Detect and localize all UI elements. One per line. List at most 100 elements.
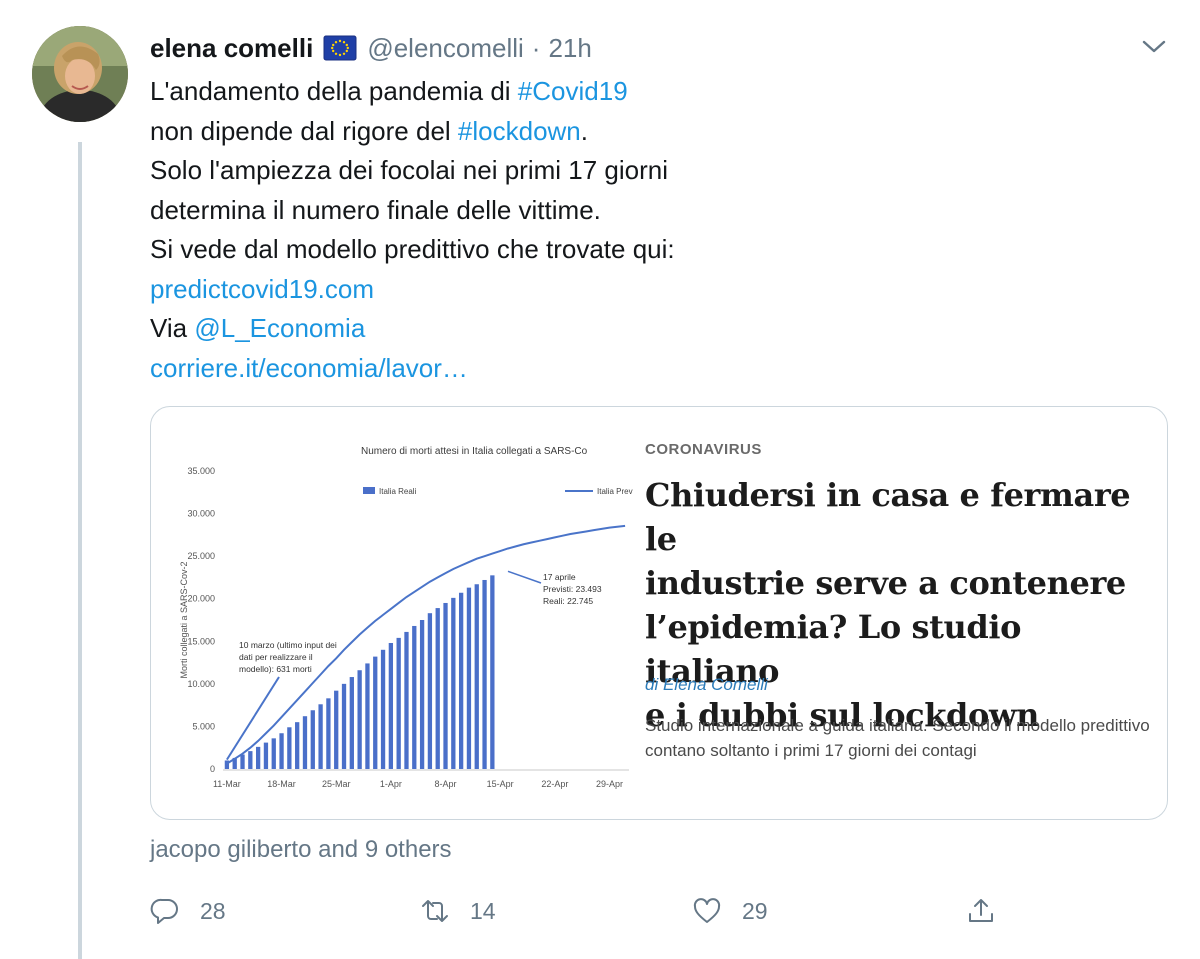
tweet-text-segment: L'andamento della pandemia di [150, 76, 518, 106]
annotation-arrow-right [507, 570, 542, 584]
bar-italia-reali [373, 656, 378, 769]
y-tick-label: 35.000 [187, 466, 215, 476]
reply-icon [150, 898, 178, 924]
covid-deaths-chart: Numero di morti attesi in Italia collega… [179, 446, 633, 789]
share-button[interactable] [966, 888, 996, 934]
bar-italia-reali [255, 746, 261, 769]
legend-swatch-reali [363, 487, 375, 494]
bar-italia-reali [310, 710, 315, 769]
bar-italia-reali [412, 625, 417, 769]
bar-italia-reali [380, 649, 386, 769]
annotation-10-marzo: dati per realizzare il [239, 652, 313, 662]
share-icon [969, 899, 993, 922]
card-summary: Studio internazionale a guida italiana. … [645, 716, 1150, 760]
bar-italia-reali [295, 722, 300, 769]
like-button[interactable]: 29 [692, 888, 768, 934]
link-predictcovid19[interactable]: predictcovid19.com [150, 270, 1150, 310]
bar-italia-reali [458, 592, 464, 769]
tweet-line: Solo l'ampiezza dei focolai nei primi 17… [150, 155, 669, 185]
bar-italia-reali [263, 742, 269, 769]
x-tick-label: 8-Apr [435, 779, 457, 789]
tweet-line: determina il numero finale delle vittime… [150, 194, 601, 225]
tweet-text: L'andamento della pandemia di #Covid19 n… [150, 72, 1150, 388]
tweet-line: Via @L_Economia [150, 309, 1150, 349]
tweet-header: elena comelli @elencomelli · 21h [150, 28, 592, 68]
x-tick-label: 22-Apr [541, 779, 568, 789]
bar-italia-reali [443, 602, 448, 769]
link-corriere[interactable]: corriere.it/economia/lavor… [150, 349, 1150, 389]
annotation-17-aprile: 17 aprile [543, 572, 576, 582]
display-name[interactable]: elena comelli [150, 33, 313, 64]
mention-l-economia[interactable]: @L_Economia [194, 313, 365, 343]
reply-button[interactable]: 28 [150, 888, 226, 934]
liked-by-text[interactable]: jacopo giliberto and 9 others [150, 836, 452, 864]
retweet-icon [422, 900, 448, 922]
legend-label-previsti: Italia Previ [597, 487, 633, 496]
hashtag-covid19[interactable]: #Covid19 [518, 76, 628, 106]
reply-count: 28 [200, 897, 226, 924]
retweet-button[interactable]: 14 [420, 888, 496, 934]
bar-italia-reali [334, 690, 339, 769]
y-tick-label: 0 [210, 764, 215, 774]
annotation-10-marzo: 10 marzo (ultimo input dei [239, 640, 337, 650]
bar-italia-reali [365, 663, 370, 769]
bar-italia-reali [482, 579, 487, 769]
bar-italia-reali [326, 698, 331, 769]
bar-italia-reali [419, 620, 425, 769]
x-tick-label: 25-Mar [322, 779, 351, 789]
bar-italia-reali [466, 587, 472, 769]
headline-line: industrie serve a contenere [645, 564, 1126, 602]
x-tick-label: 29-Apr [596, 779, 623, 789]
annotation-10-marzo: modello): 631 morti [239, 664, 312, 674]
bar-italia-reali [341, 683, 347, 769]
bar-italia-reali [357, 670, 362, 769]
chart-title: Numero di morti attesi in Italia collega… [361, 446, 588, 457]
y-tick-label: 25.000 [187, 551, 215, 561]
link-preview-card[interactable]: Numero di morti attesi in Italia collega… [150, 406, 1168, 820]
tweet-actions: 28 14 29 [150, 888, 1010, 934]
bar-italia-reali [318, 704, 323, 769]
card-section-label: CORONAVIRUS [645, 441, 762, 458]
x-tick-label: 1-Apr [380, 779, 402, 789]
timestamp[interactable]: 21h [548, 33, 591, 64]
bar-italia-reali [349, 677, 354, 769]
bar-italia-reali [451, 597, 456, 769]
chevron-down-icon[interactable] [1138, 30, 1170, 62]
tweet-text-segment: Via [150, 313, 195, 343]
bar-italia-reali [240, 754, 245, 769]
legend-label-reali: Italia Reali [379, 487, 417, 496]
bar-italia-reali [474, 584, 479, 769]
y-tick-label: 15.000 [187, 636, 215, 646]
avatar-image [32, 26, 128, 122]
annotation-17-aprile: Previsti: 23.493 [543, 584, 602, 594]
card-byline: di Elena Comelli [645, 675, 768, 694]
x-tick-label: 18-Mar [267, 779, 296, 789]
y-tick-label: 10.000 [187, 679, 215, 689]
bar-italia-reali [271, 738, 276, 769]
bar-italia-reali [248, 751, 253, 769]
bar-italia-reali [435, 608, 440, 769]
bar-italia-reali [404, 631, 409, 769]
like-icon [693, 898, 721, 923]
annotation-arrow-left [226, 676, 280, 761]
tweet-line: non dipende dal rigore del #lockdown. [150, 112, 1150, 152]
y-tick-label: 30.000 [187, 509, 215, 519]
headline-line: Chiudersi in casa e fermare le [645, 476, 1131, 558]
x-tick-label: 11-Mar [213, 779, 241, 789]
like-count: 29 [742, 897, 768, 924]
hashtag-lockdown[interactable]: #lockdown [458, 116, 581, 146]
y-tick-label: 20.000 [187, 594, 215, 604]
tweet-text-segment: non dipende dal rigore del [150, 115, 458, 146]
bar-italia-reali [388, 642, 394, 769]
bar-italia-reali [396, 637, 401, 769]
tweet-line: Si vede dal modello predittivo che trova… [150, 234, 675, 264]
card-headline: Chiudersi in casa e fermare le industrie… [645, 473, 1155, 737]
retweet-count: 14 [470, 897, 496, 924]
card-article: CORONAVIRUS Chiudersi in casa e fermare … [645, 407, 1165, 819]
handle[interactable]: @elencomelli [367, 33, 523, 64]
y-axis-label: Morti collegati a SARS-Cov-2 [179, 561, 189, 678]
bar-italia-reali [287, 727, 292, 769]
avatar[interactable] [32, 26, 128, 122]
eu-flag-icon [323, 35, 357, 61]
bar-italia-reali [490, 575, 495, 769]
